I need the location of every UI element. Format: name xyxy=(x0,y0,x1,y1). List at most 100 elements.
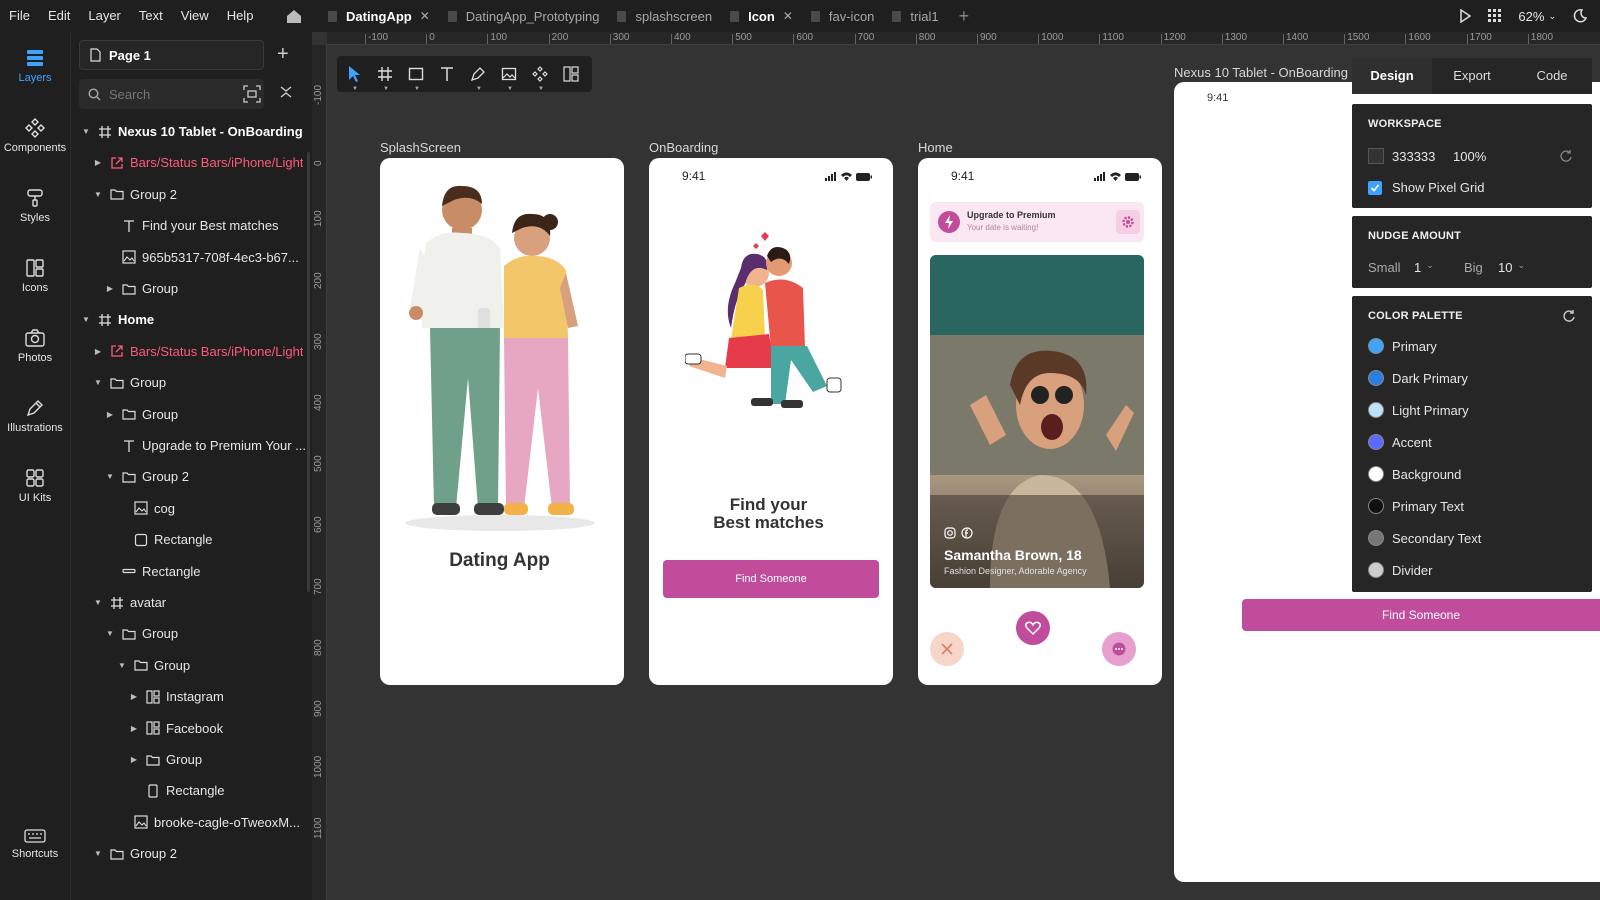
nav-components[interactable]: Components xyxy=(0,118,70,154)
frame-tool[interactable]: ▼ xyxy=(374,63,396,92)
tab-code[interactable]: Code xyxy=(1512,58,1592,94)
caret-right-icon[interactable]: ▶ xyxy=(105,284,115,293)
menu-layer[interactable]: Layer xyxy=(79,0,130,32)
workspace-opacity[interactable]: 100% xyxy=(1453,149,1486,164)
nav-layers[interactable]: Layers xyxy=(0,48,70,84)
layer-row[interactable]: Rectangle xyxy=(71,556,312,587)
layer-row[interactable]: ▶ Group xyxy=(71,744,312,775)
caret-down-icon[interactable]: ▼ xyxy=(93,849,103,858)
layer-row[interactable]: Rectangle xyxy=(71,775,312,806)
message-button[interactable] xyxy=(1102,632,1136,666)
nav-photos[interactable]: Photos xyxy=(0,328,70,364)
palette-item-light-primary[interactable]: Light Primary xyxy=(1368,400,1469,420)
reset-icon[interactable] xyxy=(1559,149,1573,163)
workspace-color-value[interactable]: 333333 xyxy=(1392,149,1435,164)
tab-trial1[interactable]: trial1 xyxy=(884,0,948,32)
cog-icon[interactable] xyxy=(1116,210,1140,234)
layer-row[interactable]: ▶ Bars/Status Bars/iPhone/Light xyxy=(71,147,312,178)
nudge-big-select[interactable]: 10 ⌄ xyxy=(1498,260,1525,275)
tab-icon[interactable]: Icon ✕ xyxy=(722,0,803,32)
pen-tool[interactable]: ▼ xyxy=(467,63,489,92)
caret-right-icon[interactable]: ▶ xyxy=(129,755,139,764)
grid-icon[interactable] xyxy=(1488,9,1502,23)
play-icon[interactable] xyxy=(1458,9,1472,23)
layer-row[interactable]: ▶ Bars/Status Bars/iPhone/Light xyxy=(71,336,312,367)
layer-row[interactable]: ▼ Group xyxy=(71,650,312,681)
close-icon[interactable]: ✕ xyxy=(420,9,430,23)
menu-view[interactable]: View xyxy=(172,0,218,32)
caret-right-icon[interactable]: ▶ xyxy=(93,158,103,167)
component-tool[interactable]: ▼ xyxy=(529,63,551,92)
find-someone-button[interactable]: Find Someone xyxy=(663,560,879,598)
color-swatch[interactable] xyxy=(1368,562,1384,578)
layer-row[interactable]: Upgrade to Premium Your ... xyxy=(71,430,312,461)
layers-scrollbar[interactable] xyxy=(307,152,310,592)
tab-export[interactable]: Export xyxy=(1432,58,1512,94)
refresh-icon[interactable] xyxy=(1562,309,1576,323)
nav-illustrations[interactable]: Illustrations xyxy=(0,398,70,434)
layer-row[interactable]: ▼ Nexus 10 Tablet - OnBoarding xyxy=(71,116,312,147)
palette-item-background[interactable]: Background xyxy=(1368,464,1461,484)
search-input[interactable] xyxy=(109,86,229,102)
layer-row[interactable]: ▶ Instagram xyxy=(71,681,312,712)
page-select[interactable]: Page 1 xyxy=(79,40,264,70)
color-swatch[interactable] xyxy=(1368,530,1384,546)
palette-item-secondary-text[interactable]: Secondary Text xyxy=(1368,528,1481,548)
layer-row[interactable]: ▼ Group xyxy=(71,618,312,649)
menu-text[interactable]: Text xyxy=(130,0,172,32)
caret-down-icon[interactable]: ▼ xyxy=(105,629,115,638)
upgrade-banner[interactable]: Upgrade to Premium Your date is waiting! xyxy=(930,202,1144,242)
rectangle-tool[interactable]: ▼ xyxy=(405,63,427,92)
palette-item-dark-primary[interactable]: Dark Primary xyxy=(1368,368,1468,388)
layer-row[interactable]: ▼ avatar xyxy=(71,587,312,618)
layer-row[interactable]: ▼ Group xyxy=(71,367,312,398)
layer-row[interactable]: ▼ Group 2 xyxy=(71,838,312,869)
caret-down-icon[interactable]: ▼ xyxy=(81,127,91,136)
tab-fav-icon[interactable]: fav-icon xyxy=(803,0,885,32)
close-icon[interactable]: ✕ xyxy=(783,9,793,23)
add-page-button[interactable]: + xyxy=(277,44,289,64)
layer-row[interactable]: 965b5317-708f-4ec3-b67... xyxy=(71,242,312,273)
palette-item-primary-text[interactable]: Primary Text xyxy=(1368,496,1464,516)
color-swatch[interactable] xyxy=(1368,466,1384,482)
instagram-icon[interactable] xyxy=(944,527,956,539)
caret-right-icon[interactable]: ▶ xyxy=(93,347,103,356)
layer-row[interactable]: Find your Best matches xyxy=(71,210,312,241)
menu-edit[interactable]: Edit xyxy=(39,0,79,32)
color-swatch[interactable] xyxy=(1368,434,1384,450)
collapse-icon[interactable] xyxy=(279,85,293,99)
palette-item-divider[interactable]: Divider xyxy=(1368,560,1432,580)
find-someone-button[interactable]: Find Someone xyxy=(1242,599,1600,631)
color-swatch[interactable] xyxy=(1368,498,1384,514)
caret-right-icon[interactable]: ▶ xyxy=(129,724,139,733)
profile-photo[interactable]: Samantha Brown, 18 Fashion Designer, Ado… xyxy=(930,255,1144,588)
caret-down-icon[interactable]: ▼ xyxy=(93,378,103,387)
tab-datingapp-prototyping[interactable]: DatingApp_Prototyping xyxy=(440,0,610,32)
palette-item-accent[interactable]: Accent xyxy=(1368,432,1432,452)
zoom-select[interactable]: 62% ⌄ xyxy=(1518,9,1556,24)
dislike-button[interactable] xyxy=(930,632,964,666)
layer-row[interactable]: ▼ Group 2 xyxy=(71,179,312,210)
nav-icons[interactable]: Icons xyxy=(0,258,70,294)
dark-mode-icon[interactable] xyxy=(1572,8,1588,24)
add-tab-button[interactable]: + xyxy=(959,6,970,27)
nav-ui-kits[interactable]: UI Kits xyxy=(0,468,70,504)
text-tool[interactable] xyxy=(436,63,458,85)
layer-row[interactable]: brooke-cagle-oTweoxM... xyxy=(71,807,312,838)
layer-row[interactable]: ▶ Group xyxy=(71,399,312,430)
onboarding-frame[interactable]: 9:41 Find your Best matches Find Someone xyxy=(649,158,893,685)
tab-design[interactable]: Design xyxy=(1352,58,1432,94)
color-swatch[interactable] xyxy=(1368,402,1384,418)
caret-down-icon[interactable]: ▼ xyxy=(105,472,115,481)
tab-splashscreen[interactable]: splashscreen xyxy=(609,0,722,32)
layer-row[interactable]: ▶ Group xyxy=(71,273,312,304)
layer-row[interactable]: ▼ Group 2 xyxy=(71,461,312,492)
tab-datingapp[interactable]: DatingApp ✕ xyxy=(320,0,440,32)
pixel-grid-checkbox[interactable] xyxy=(1368,181,1382,195)
palette-item-primary[interactable]: Primary xyxy=(1368,336,1437,356)
select-tool[interactable]: ▼ xyxy=(343,63,365,92)
nav-shortcuts[interactable]: Shortcuts xyxy=(0,828,70,860)
workspace-color-swatch[interactable] xyxy=(1368,148,1384,164)
home-icon[interactable] xyxy=(284,6,304,26)
caret-down-icon[interactable]: ▼ xyxy=(81,315,91,324)
